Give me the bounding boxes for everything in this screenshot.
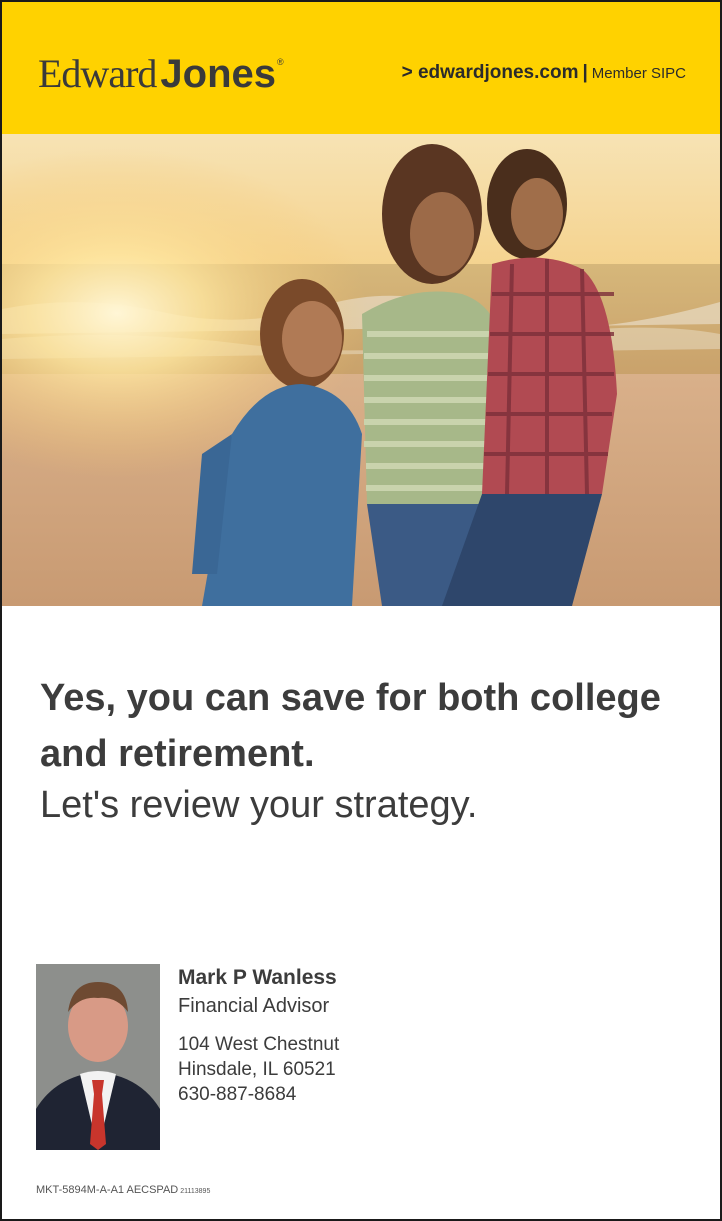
footer-code-main: MKT-5894M-A-A1 AECSPAD bbox=[36, 1184, 179, 1196]
advisor-portrait-image bbox=[36, 964, 160, 1150]
advisor-title: Financial Advisor bbox=[178, 995, 330, 1017]
header-separator: | bbox=[582, 62, 588, 83]
registered-mark: ® bbox=[277, 57, 284, 67]
website-link[interactable]: > edwardjones.com bbox=[402, 62, 579, 83]
advisor-contact: 104 West Chestnut Hinsdale, IL 60521 630… bbox=[178, 1032, 339, 1107]
subheadline: Let's review your strategy. bbox=[40, 784, 478, 826]
beach-family-photo bbox=[2, 134, 720, 606]
advisor-portrait bbox=[36, 964, 160, 1150]
advisor-info: Mark P Wanless Financial Advisor 104 Wes… bbox=[178, 964, 339, 1107]
edward-jones-logo[interactable]: Edward Jones® bbox=[38, 46, 284, 102]
member-sipc: Member SIPC bbox=[591, 65, 686, 82]
logo-last-word: Jones bbox=[160, 52, 277, 96]
footer-code: MKT-5894M-A-A1 AECSPAD 21113895 bbox=[36, 1184, 210, 1196]
advisor-address-line1: 104 West Chestnut bbox=[178, 1034, 340, 1055]
advertisement: Edward Jones® > edwardjones.com | Member SI… bbox=[0, 0, 722, 1221]
headline: Yes, you can save for both college and r… bbox=[40, 677, 661, 775]
brand-header: Edward Jones® > edwardjones.com | Member SI… bbox=[2, 2, 720, 134]
advisor-name: Mark P Wanless bbox=[178, 966, 337, 989]
logo-first-word: Edward bbox=[38, 51, 157, 96]
hero-image bbox=[2, 134, 720, 606]
advisor-address-line2: Hinsdale, IL 60521 bbox=[178, 1059, 336, 1080]
footer-code-small: 21113895 bbox=[180, 1188, 211, 1195]
header-right: > edwardjones.com | Member SIPC bbox=[402, 62, 686, 84]
advisor-phone[interactable]: 630-887-8684 bbox=[178, 1082, 339, 1107]
